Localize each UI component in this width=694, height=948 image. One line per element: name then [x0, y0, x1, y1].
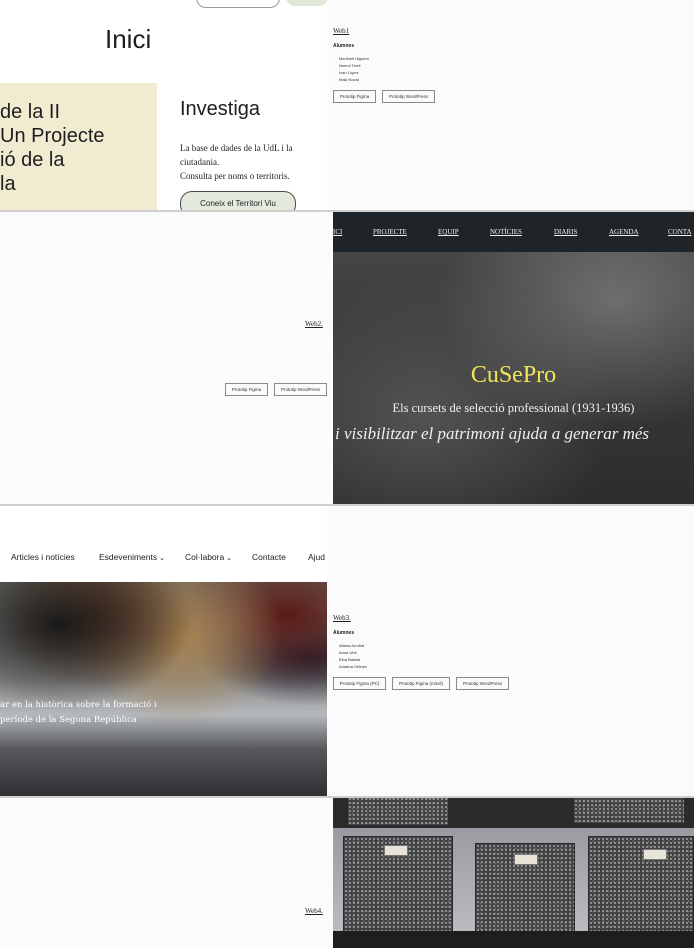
students-list: Aitana Arruñat Anna Ubé Elba Batista Ari… [333, 642, 367, 670]
wordpress-prototype-button[interactable]: Prototip WordPress [382, 90, 435, 103]
top-nav: ICI PROJECTE EQUIP NOTÍCIES DIARIS AGEND… [333, 212, 694, 252]
list-item: Aitana Arruñat [339, 642, 367, 649]
students-list: Meritxell Higueró Noemi Terré Ivan López… [333, 55, 369, 83]
web2-info: Web2. Prototip Figma Prototip WordPress [0, 212, 327, 504]
figma-pc-prototype-button[interactable]: Prototip Figma (PC) [333, 677, 386, 690]
hero-photo [333, 212, 694, 504]
nav-item-contacte[interactable]: Contacte [252, 552, 286, 562]
figma-mobile-prototype-button[interactable]: Prototip Figma (mòvil) [392, 677, 450, 690]
nav-item-noticies[interactable]: NOTÍCIES [490, 228, 522, 236]
photo-bottom-band [333, 931, 694, 948]
list-item: Anna Ubé [339, 649, 367, 656]
nav-item-ajuda[interactable]: Ajud [308, 552, 325, 562]
web2-link[interactable]: Web2. [305, 320, 323, 328]
web4-info: Web4. [0, 798, 327, 948]
web4-link[interactable]: Web4. [305, 907, 323, 915]
project-row-2: Web2. Prototip Figma Prototip WordPress … [0, 212, 694, 504]
section-heading: Investiga [180, 98, 261, 120]
header-button-outline[interactable] [196, 0, 280, 8]
hero-image: ar en la històrica sobre la formació i p… [0, 582, 327, 796]
project-row-1: Inici de la II Un Projecte ió de la la I… [0, 0, 694, 210]
list-item: Iñaki Noval [339, 76, 369, 83]
web3-info: Web3. Alumnes Aitana Arruñat Anna Ubé El… [333, 506, 694, 796]
archive-photo [333, 798, 694, 948]
chevron-down-icon: ⌄ [224, 555, 233, 562]
web4-preview[interactable] [333, 798, 694, 948]
chevron-down-icon: ⌄ [157, 555, 165, 562]
nav-item-contacte[interactable]: CONTA [668, 228, 692, 236]
students-label: Alumnes [333, 630, 355, 636]
figma-prototype-button[interactable]: Prototip Figma [225, 383, 268, 396]
project-row-4: Web4. [0, 798, 694, 948]
notebook [343, 836, 453, 932]
site-subtitle: Els cursets de selecció professional (19… [392, 401, 635, 415]
nav-item-projecte[interactable]: PROJECTE [373, 228, 407, 236]
list-item: Noemi Terré [339, 62, 369, 69]
notebook [588, 836, 694, 933]
page-title: Inici [105, 24, 152, 54]
nav-item-articles[interactable]: Articles i notícies [11, 552, 75, 562]
students-label: Alumnes [333, 43, 355, 49]
list-item: Elba Batista [339, 656, 367, 663]
territori-viu-button[interactable]: Coneix el Territori Viu [180, 191, 296, 210]
web1-preview[interactable]: Inici de la II Un Projecte ió de la la I… [0, 0, 327, 210]
section-description: La base de dades de la UdL i la ciutadan… [180, 143, 293, 181]
notebook [475, 843, 575, 933]
nav-item-collabora[interactable]: Col·labora ⌄ [185, 552, 232, 562]
nav-item-agenda[interactable]: AGENDA [609, 228, 639, 236]
site-title: CuSePro [470, 362, 557, 388]
notebook [573, 798, 685, 824]
feature-text: de la II Un Projecte ió de la la [0, 101, 105, 195]
web2-preview[interactable]: ICI PROJECTE EQUIP NOTÍCIES DIARIS AGEND… [333, 212, 694, 504]
list-item: Ivan López [339, 69, 369, 76]
nav-item-esdeveniments[interactable]: Esdeveniments ⌄ [99, 552, 165, 562]
nav-item-diaris[interactable]: DIARIS [554, 228, 577, 236]
header-button-filled[interactable] [286, 0, 327, 6]
wordpress-prototype-button[interactable]: Prototip WordPress [456, 677, 509, 690]
figma-prototype-button[interactable]: Prototip Figma [333, 90, 376, 103]
nav-item-inici[interactable]: ICI [333, 228, 342, 236]
project-row-3: Articles i notícies Esdeveniments ⌄ Col·… [0, 506, 694, 796]
web1-info: Web1 Alumnes Meritxell Higueró Noemi Ter… [333, 0, 694, 210]
tagline: i visibilitzar el patrimoni ajuda a gene… [335, 424, 650, 443]
nav-item-equip[interactable]: EQUIP [438, 228, 459, 236]
hero-text: ar en la històrica sobre la formació i p… [0, 700, 157, 725]
web3-preview[interactable]: Articles i notícies Esdeveniments ⌄ Col·… [0, 506, 327, 796]
web1-link[interactable]: Web1 [333, 27, 349, 35]
list-item: Meritxell Higueró [339, 55, 369, 62]
list-item: Ariadna Ortinez [339, 663, 367, 670]
notebook [347, 798, 449, 826]
web3-link[interactable]: Web3. [333, 614, 351, 622]
wordpress-prototype-button[interactable]: Prototip WordPress [274, 383, 327, 396]
